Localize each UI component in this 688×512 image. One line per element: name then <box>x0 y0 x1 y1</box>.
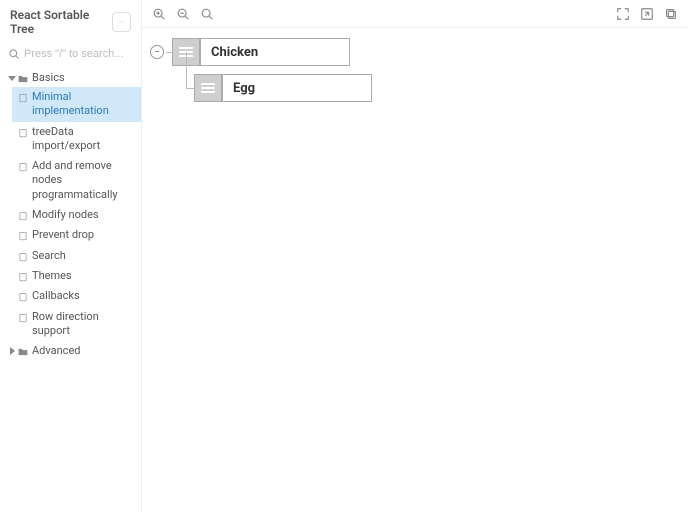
tree-group-label: Advanced <box>32 344 80 357</box>
collapse-button[interactable]: − <box>150 45 164 59</box>
file-icon <box>18 312 28 322</box>
drag-handle-icon <box>201 83 215 93</box>
tree-node-root: − Chicken <box>150 38 350 66</box>
file-icon <box>18 92 28 102</box>
file-icon <box>18 271 28 281</box>
sidebar-item-addremove[interactable]: Add and remove nodes programmatically <box>12 156 141 205</box>
folder-icon <box>18 73 28 83</box>
zoom-reset-icon[interactable] <box>200 7 214 21</box>
sidebar-item-preventdrop[interactable]: Prevent drop <box>12 225 141 245</box>
sidebar-item-rowdirection[interactable]: Row direction support <box>12 307 141 342</box>
tree-node-child: Egg <box>194 74 372 102</box>
sidebar-item-label: Search <box>32 249 66 263</box>
sidebar-item-label: Prevent drop <box>32 228 94 242</box>
drag-handle[interactable] <box>194 74 222 102</box>
file-icon <box>18 251 28 261</box>
connector-vline <box>186 52 187 88</box>
tree-group-header-basics[interactable]: Basics <box>0 68 141 87</box>
main-panel: − Chicken Egg <box>142 0 688 512</box>
toolbar <box>142 0 688 28</box>
sidebar-item-modify[interactable]: Modify nodes <box>12 205 141 225</box>
open-new-icon[interactable] <box>640 7 654 21</box>
file-icon <box>18 230 28 240</box>
copy-icon[interactable] <box>664 7 678 21</box>
sidebar-item-label: Minimal implementation <box>32 90 133 119</box>
search-row <box>0 44 141 68</box>
canvas: − Chicken Egg <box>142 28 688 512</box>
sidebar-item-label: Modify nodes <box>32 208 99 222</box>
tree-group-header-advanced[interactable]: Advanced <box>0 341 141 360</box>
sidebar-item-minimal[interactable]: Minimal implementation <box>12 87 141 122</box>
sidebar-item-label: Add and remove nodes programmatically <box>32 159 133 202</box>
connector-hline <box>186 88 194 89</box>
sidebar-item-callbacks[interactable]: Callbacks <box>12 286 141 306</box>
ellipsis-icon <box>115 20 127 24</box>
tree-group-advanced: Advanced <box>0 341 141 360</box>
zoom-out-icon[interactable] <box>176 7 190 21</box>
sidebar-tree: Basics Minimal implementation treeData i… <box>0 68 141 368</box>
sidebar-header: React Sortable Tree <box>0 0 141 44</box>
sidebar-item-label: Row direction support <box>32 310 133 339</box>
sidebar-item-themes[interactable]: Themes <box>12 266 141 286</box>
tree-group-basics: Basics Minimal implementation treeData i… <box>0 68 141 341</box>
tree-children-basics: Minimal implementation treeData import/e… <box>0 87 141 341</box>
caret-down-icon <box>8 74 16 82</box>
zoom-in-icon[interactable] <box>152 7 166 21</box>
sidebar-item-label: Callbacks <box>32 289 80 303</box>
fullscreen-icon[interactable] <box>616 7 630 21</box>
search-icon <box>8 48 20 60</box>
sidebar-item-label: treeData import/export <box>32 125 133 154</box>
node-title[interactable]: Egg <box>222 74 372 102</box>
folder-icon <box>18 346 28 356</box>
file-icon <box>18 127 28 137</box>
toolbar-right <box>616 7 678 21</box>
caret-right-icon <box>8 347 16 355</box>
search-input[interactable] <box>24 48 133 60</box>
node-title[interactable]: Chicken <box>200 38 350 66</box>
tree-group-label: Basics <box>32 71 65 84</box>
more-button[interactable] <box>112 12 131 32</box>
file-icon <box>18 161 28 171</box>
toolbar-left <box>152 7 214 21</box>
app-title: React Sortable Tree <box>10 8 112 36</box>
sidebar: React Sortable Tree Basics <box>0 0 142 512</box>
sidebar-item-label: Themes <box>32 269 72 283</box>
file-icon <box>18 291 28 301</box>
sidebar-item-treedata[interactable]: treeData import/export <box>12 122 141 157</box>
file-icon <box>18 210 28 220</box>
sidebar-item-search[interactable]: Search <box>12 246 141 266</box>
